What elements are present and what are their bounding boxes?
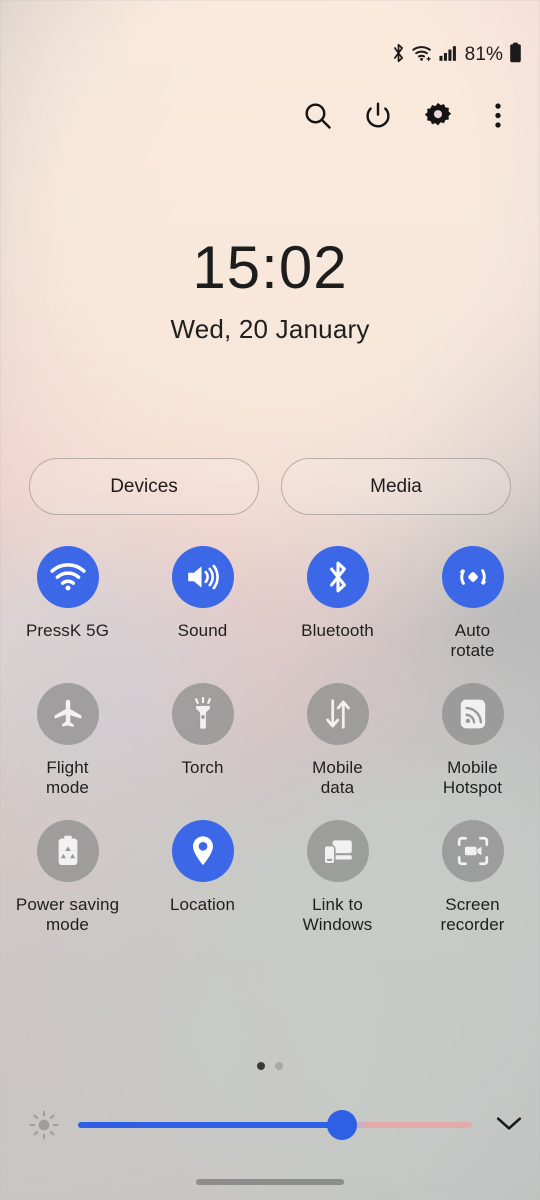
battery-full-icon xyxy=(509,42,522,68)
page-dot-2[interactable] xyxy=(275,1062,283,1070)
tile-label: Bluetooth xyxy=(301,621,374,640)
quick-settings-panel: 81% 15:02 Wed, 20 January Devices Media … xyxy=(0,0,540,1200)
battery-saver-icon xyxy=(36,820,99,883)
tile-sound[interactable]: Sound xyxy=(135,546,270,661)
link-windows-icon xyxy=(306,820,369,883)
tile-location[interactable]: Location xyxy=(135,820,270,935)
tile-mobile-hotspot[interactable]: Mobile Hotspot xyxy=(405,683,540,798)
tile-label: Power saving mode xyxy=(15,895,120,935)
quick-settings-tiles: PressK 5G Sound Bluetooth Auto rotate Fl… xyxy=(0,546,540,935)
devices-pill-label: Devices xyxy=(110,475,178,497)
wifi-icon xyxy=(412,44,433,67)
media-pill-label: Media xyxy=(370,475,422,497)
tile-flight-mode[interactable]: Flight mode xyxy=(0,683,135,798)
tile-label: Screen recorder xyxy=(440,895,505,935)
wifi-icon xyxy=(36,546,99,608)
bluetooth-icon xyxy=(391,43,406,68)
tile-label: Location xyxy=(169,895,236,915)
volume-icon xyxy=(171,546,234,608)
tile-power-saving-mode[interactable]: Power saving mode xyxy=(0,820,135,935)
power-icon xyxy=(363,101,393,136)
tile-label: Torch xyxy=(181,758,224,778)
search-icon xyxy=(303,101,333,136)
slider-fill xyxy=(78,1122,342,1128)
tile-label: Flight mode xyxy=(46,758,89,798)
chevron-down-icon xyxy=(495,1113,523,1138)
tile-mobile-data[interactable]: Mobile data xyxy=(270,683,405,798)
page-indicator xyxy=(0,1062,540,1070)
clock-widget[interactable]: 15:02 Wed, 20 January xyxy=(0,238,540,345)
overflow-menu-icon xyxy=(485,101,511,136)
flashlight-icon xyxy=(171,683,234,746)
header-action-bar xyxy=(288,94,528,142)
tile-screen-recorder[interactable]: Screen recorder xyxy=(405,820,540,935)
clock-time: 15:02 xyxy=(192,234,348,301)
more-button[interactable] xyxy=(468,94,528,142)
bluetooth-icon xyxy=(306,546,369,608)
tile-label: PressK 5G xyxy=(25,621,110,640)
tile-label: Auto rotate xyxy=(450,621,495,661)
expand-brightness-button[interactable] xyxy=(478,1113,540,1138)
power-button[interactable] xyxy=(348,94,408,142)
pill-row: Devices Media xyxy=(29,458,511,515)
clock-date: Wed, 20 January xyxy=(170,314,370,344)
airplane-icon xyxy=(36,683,99,746)
tile-label: Mobile data xyxy=(312,758,363,798)
tile-torch[interactable]: Torch xyxy=(135,683,270,798)
tile-pressk-5g[interactable]: PressK 5G xyxy=(0,546,135,661)
tile-link-to-windows[interactable]: Link to Windows xyxy=(270,820,405,935)
brightness-slider[interactable] xyxy=(78,1109,472,1141)
tile-label: Sound xyxy=(177,621,228,640)
signal-icon xyxy=(439,44,458,67)
tile-auto-rotate[interactable]: Auto rotate xyxy=(405,546,540,661)
tile-bluetooth[interactable]: Bluetooth xyxy=(270,546,405,661)
hotspot-icon xyxy=(441,683,504,746)
status-bar: 81% xyxy=(391,42,522,68)
slider-thumb[interactable] xyxy=(326,1110,357,1140)
brightness-sun-icon xyxy=(16,1110,72,1140)
battery-percent-label: 81% xyxy=(464,44,503,65)
screen-recorder-icon xyxy=(441,820,504,883)
tile-label: Link to Windows xyxy=(302,895,373,935)
search-button[interactable] xyxy=(288,94,348,142)
page-dot-1[interactable] xyxy=(257,1062,265,1070)
location-pin-icon xyxy=(171,820,234,883)
data-transfer-icon xyxy=(306,683,369,746)
auto-rotate-icon xyxy=(441,546,504,608)
media-pill[interactable]: Media xyxy=(281,458,511,515)
brightness-row xyxy=(0,1098,540,1152)
gear-icon xyxy=(423,101,453,136)
settings-button[interactable] xyxy=(408,94,468,142)
gesture-home-bar[interactable] xyxy=(196,1179,344,1185)
devices-pill[interactable]: Devices xyxy=(29,458,259,515)
tile-label: Mobile Hotspot xyxy=(442,758,503,798)
